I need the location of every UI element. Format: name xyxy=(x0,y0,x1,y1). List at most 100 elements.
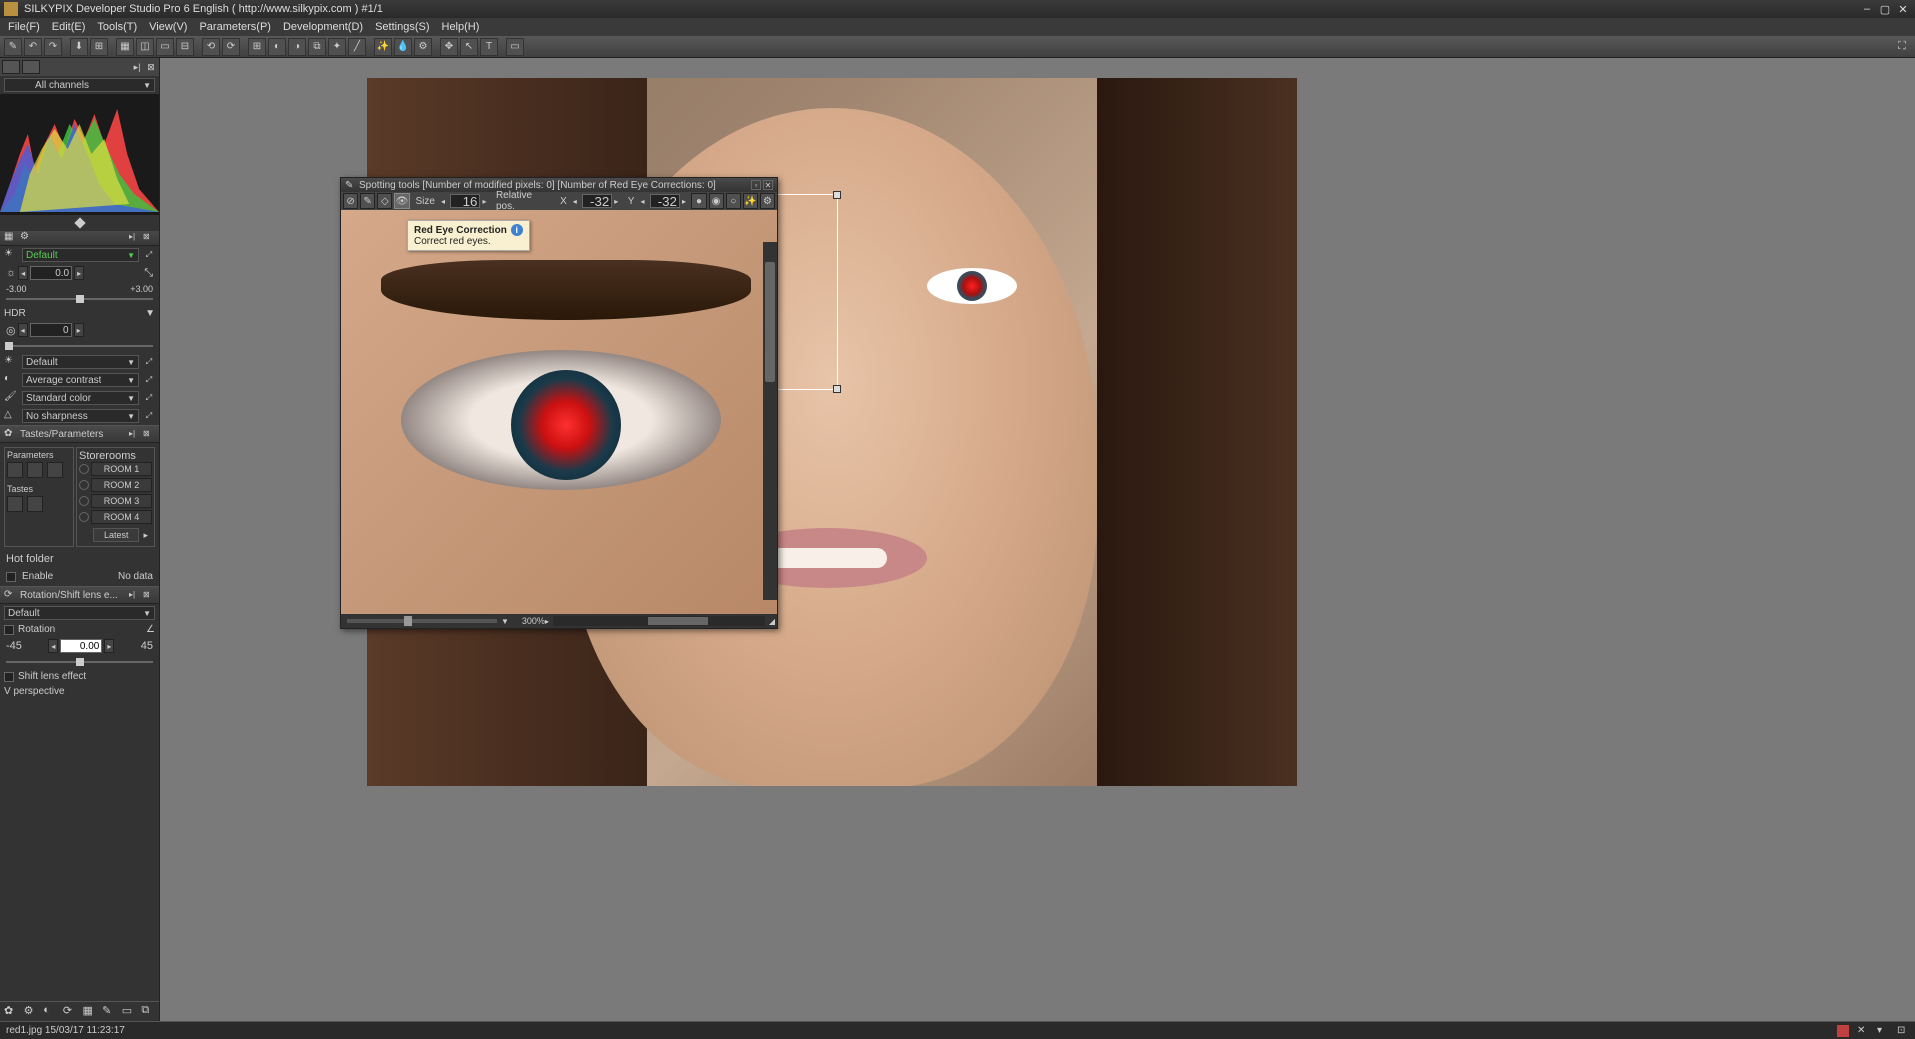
tastes-collapse-icon[interactable]: ▸| xyxy=(129,429,141,439)
sharp-preset-dropdown[interactable]: No sharpness▼ xyxy=(22,409,139,423)
tool-preview-icon[interactable]: ▭ xyxy=(156,38,174,56)
section-collapse-icon[interactable]: ▸| xyxy=(129,232,141,242)
spotting-resize-grip-icon[interactable]: ◢ xyxy=(769,617,775,626)
handle-se[interactable] xyxy=(833,385,841,393)
tool-arrow-icon[interactable]: ↖ xyxy=(460,38,478,56)
shiftlens-checkbox[interactable] xyxy=(4,672,14,682)
rotation-collapse-icon[interactable]: ▸| xyxy=(129,590,141,600)
taste-icon-2[interactable] xyxy=(27,496,43,512)
rotation-preset-dropdown[interactable]: Default▼ xyxy=(4,606,155,620)
color-expand-icon[interactable]: ⤢ xyxy=(143,392,155,404)
bt-icon-2[interactable]: ⚙ xyxy=(24,1004,38,1020)
tab-navigator-icon[interactable] xyxy=(22,60,40,74)
handle-ne[interactable] xyxy=(833,191,841,199)
bt-icon-4[interactable]: ⟳ xyxy=(63,1004,77,1020)
param-icon-1[interactable] xyxy=(7,462,23,478)
spotting-minimize-button[interactable]: ▫ xyxy=(751,180,761,190)
status-extra-icon[interactable]: ⊡ xyxy=(1897,1025,1909,1037)
spot-shape-hard-icon[interactable]: ○ xyxy=(726,193,741,209)
menu-view[interactable]: View(V) xyxy=(143,21,193,33)
exposure-value-input[interactable] xyxy=(30,266,72,280)
menu-settings[interactable]: Settings(S) xyxy=(369,21,435,33)
bt-icon-3[interactable]: ◐ xyxy=(43,1004,57,1020)
bt-icon-6[interactable]: ✎ xyxy=(102,1004,116,1020)
tool-eyedrop-icon[interactable]: 💧 xyxy=(394,38,412,56)
latest-nav-icon[interactable]: ▸ xyxy=(143,530,148,541)
spot-tool-eraser-icon[interactable]: ◇ xyxy=(377,193,392,209)
spot-shape-circle-icon[interactable]: ● xyxy=(691,193,706,209)
tool-grid-icon[interactable]: ⊞ xyxy=(248,38,266,56)
hotfolder-enable-checkbox[interactable] xyxy=(6,572,16,582)
exposure-preset-dropdown[interactable]: Default▼ xyxy=(22,248,139,262)
room-2-radio[interactable] xyxy=(79,480,89,490)
status-flag-icon[interactable]: ✕ xyxy=(1857,1025,1869,1037)
tool-highlight-icon[interactable]: ◐ xyxy=(268,38,286,56)
param-icon-2[interactable] xyxy=(27,462,43,478)
tool-rotate-left-icon[interactable]: ⟲ xyxy=(202,38,220,56)
spotting-hscroll[interactable] xyxy=(553,616,765,626)
menu-edit[interactable]: Edit(E) xyxy=(46,21,92,33)
menu-file[interactable]: File(F) xyxy=(2,21,46,33)
spot-shape-soft-icon[interactable]: ◉ xyxy=(709,193,724,209)
tool-batch-icon[interactable]: ⊞ xyxy=(90,38,108,56)
menu-parameters[interactable]: Parameters(P) xyxy=(193,21,277,33)
tool-rotate-right-icon[interactable]: ⟳ xyxy=(222,38,240,56)
tab-histogram-icon[interactable] xyxy=(2,60,20,74)
room-4-radio[interactable] xyxy=(79,512,89,522)
exposure-link-icon[interactable]: ⚙ xyxy=(20,231,32,243)
latest-button[interactable]: Latest xyxy=(93,528,140,542)
spot-settings-icon[interactable]: ⚙ xyxy=(760,193,775,209)
y-decrease-button[interactable]: ◂ xyxy=(640,197,648,206)
tool-finetune-icon[interactable]: ⚙ xyxy=(414,38,432,56)
tool-multiview-icon[interactable]: ⊟ xyxy=(176,38,194,56)
room-1-radio[interactable] xyxy=(79,464,89,474)
wb-preset-dropdown[interactable]: Default▼ xyxy=(22,355,139,369)
room-2-button[interactable]: ROOM 2 xyxy=(91,478,152,492)
spotting-titlebar[interactable]: ✎ Spotting tools [Number of modified pix… xyxy=(341,178,777,192)
spotting-vscroll-thumb[interactable] xyxy=(765,262,775,382)
menu-help[interactable]: Help(H) xyxy=(436,21,486,33)
section-close-icon[interactable]: ⊠ xyxy=(143,232,155,242)
panel-collapse-icon[interactable]: ▸| xyxy=(131,62,143,72)
spotting-zoom-slider[interactable] xyxy=(347,619,497,623)
room-3-button[interactable]: ROOM 3 xyxy=(91,494,152,508)
x-decrease-button[interactable]: ◂ xyxy=(573,197,581,206)
tone-preset-dropdown[interactable]: Average contrast▼ xyxy=(22,373,139,387)
bt-icon-5[interactable]: ▦ xyxy=(83,1004,97,1020)
bt-icon-7[interactable]: ▭ xyxy=(122,1004,136,1020)
size-increase-button[interactable]: ▸ xyxy=(482,197,490,206)
hdr-increase-button[interactable]: ▸ xyxy=(74,323,84,337)
size-decrease-button[interactable]: ◂ xyxy=(441,197,449,206)
tool-shadow-icon[interactable]: ◑ xyxy=(288,38,306,56)
size-input[interactable] xyxy=(450,194,480,208)
menu-tools[interactable]: Tools(T) xyxy=(91,21,143,33)
sharp-expand-icon[interactable]: ⤢ xyxy=(143,410,155,422)
tool-combiview-icon[interactable]: ◫ xyxy=(136,38,154,56)
hdr-slider[interactable] xyxy=(6,345,153,347)
room-1-button[interactable]: ROOM 1 xyxy=(91,462,152,476)
exposure-tab-icon[interactable]: ▦ xyxy=(4,231,16,243)
histogram-slider[interactable] xyxy=(0,215,159,231)
tool-crop-icon[interactable]: ⧉ xyxy=(308,38,326,56)
rotation-checkbox[interactable] xyxy=(4,625,14,635)
spotting-preview[interactable] xyxy=(341,210,777,614)
rotation-decrease-button[interactable]: ◂ xyxy=(48,639,58,653)
x-increase-button[interactable]: ▸ xyxy=(614,197,622,206)
color-preset-dropdown[interactable]: Standard color▼ xyxy=(22,391,139,405)
exposure-reset-icon[interactable]: ⤡ xyxy=(144,267,153,280)
minimize-button[interactable]: – xyxy=(1859,2,1875,16)
taste-icon-1[interactable] xyxy=(7,496,23,512)
zoom-dropdown-arrow[interactable]: ▼ xyxy=(501,617,509,626)
fullscreen-button[interactable]: ⛶ xyxy=(1893,38,1911,56)
hdr-decrease-button[interactable]: ◂ xyxy=(18,323,28,337)
tone-expand-icon[interactable]: ⤢ xyxy=(143,374,155,386)
zoom-stepper-icon[interactable]: ▸ xyxy=(545,617,549,626)
tool-thumbview-icon[interactable]: ▦ xyxy=(116,38,134,56)
channels-dropdown[interactable]: All channels ▼ xyxy=(4,78,155,92)
tool-brush-icon[interactable]: ✎ xyxy=(4,38,22,56)
tool-save-icon[interactable]: ⬇ xyxy=(70,38,88,56)
tool-move-icon[interactable]: ✥ xyxy=(440,38,458,56)
close-button[interactable]: ✕ xyxy=(1895,2,1911,16)
tool-text-icon[interactable]: T xyxy=(480,38,498,56)
bt-icon-8[interactable]: ⧉ xyxy=(141,1004,155,1020)
